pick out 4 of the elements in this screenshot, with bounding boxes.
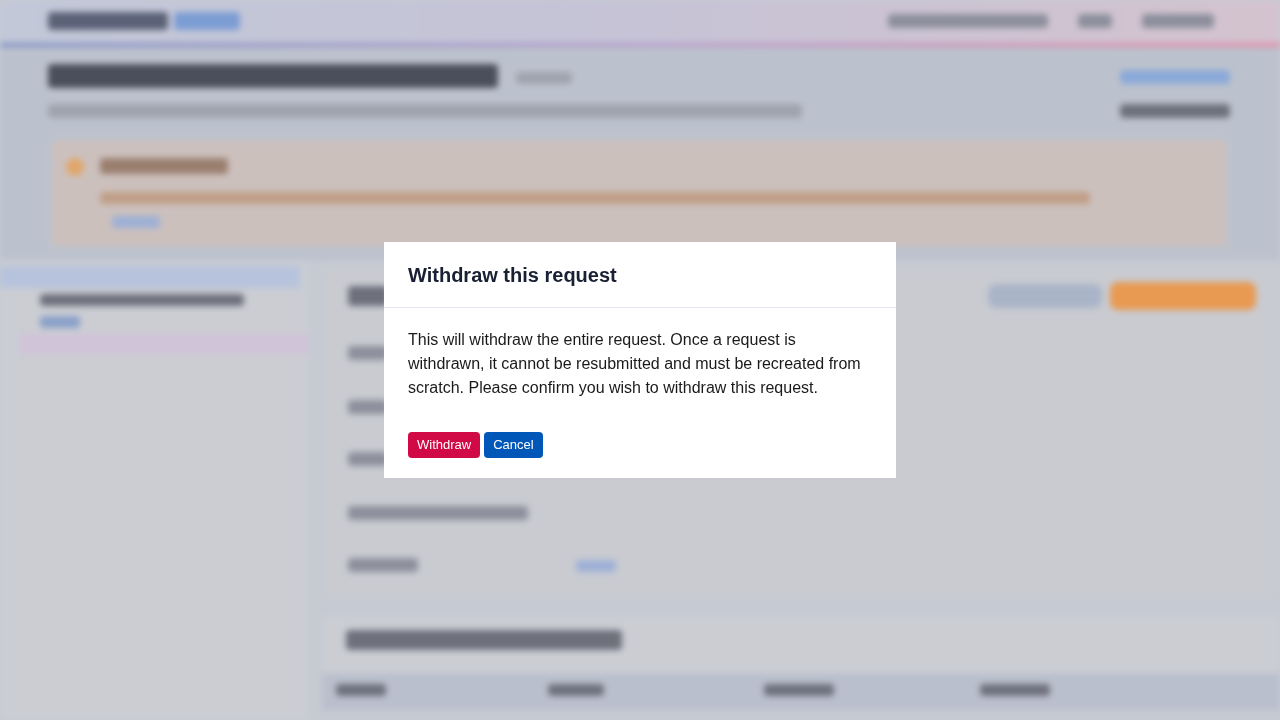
cancel-button[interactable]: Cancel [484, 432, 543, 458]
withdraw-button[interactable]: Withdraw [408, 432, 481, 458]
dialog-title: Withdraw this request [408, 263, 618, 288]
dialog-message: This will withdraw the entire request. Once a request is withdrawn, it cannot be resubmitted and must be recreated from scratch. Please confirm you wish to withdraw this request. [408, 330, 862, 398]
